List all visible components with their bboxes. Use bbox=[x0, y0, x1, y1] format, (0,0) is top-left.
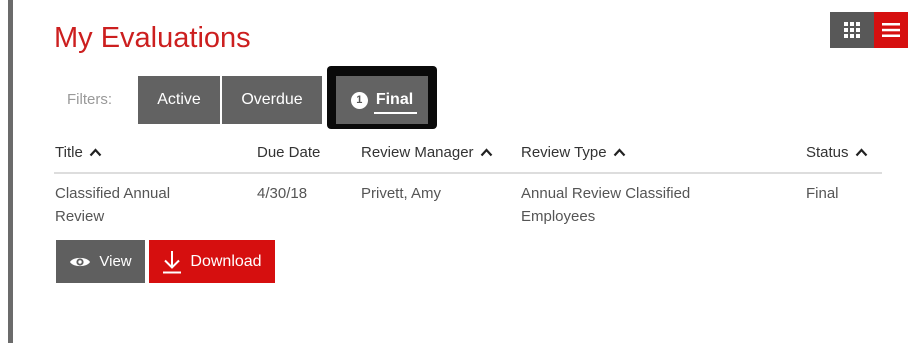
column-header-status-label: Status bbox=[806, 144, 849, 161]
column-header-due-date-label: Due Date bbox=[257, 144, 321, 161]
filter-tab-active[interactable]: Active bbox=[138, 76, 220, 124]
caret-up-icon bbox=[855, 148, 867, 157]
grid-menu-button[interactable] bbox=[830, 12, 874, 48]
evaluations-page: My Evaluations Filters: Active Overdue 1… bbox=[0, 0, 912, 343]
download-icon bbox=[163, 250, 182, 273]
filters-label: Filters: bbox=[67, 91, 112, 108]
cell-title: Classified Annual Review bbox=[55, 185, 171, 225]
filter-tab-overdue-label: Overdue bbox=[241, 91, 303, 108]
table-header-divider bbox=[54, 172, 882, 174]
column-header-review-type-label: Review Type bbox=[521, 144, 607, 161]
caret-up-icon bbox=[89, 148, 102, 157]
top-controls bbox=[830, 12, 908, 48]
left-border-bar bbox=[8, 0, 13, 343]
filter-tab-final-label: Final bbox=[373, 91, 418, 114]
cell-due-date: 4/30/18 bbox=[257, 185, 308, 202]
column-header-due-date: Due Date bbox=[257, 144, 320, 161]
download-button-label: Download bbox=[190, 252, 262, 270]
hamburger-icon bbox=[882, 23, 900, 37]
grid-icon bbox=[844, 22, 860, 38]
column-header-status[interactable]: Status bbox=[806, 144, 868, 161]
view-button-label: View bbox=[99, 253, 132, 270]
cell-review-manager: Privett, Amy bbox=[361, 185, 442, 202]
filter-tab-final[interactable]: 1 Final bbox=[336, 76, 428, 124]
filter-tab-overdue[interactable]: Overdue bbox=[222, 76, 322, 124]
cell-review-type: Annual Review Classified Employees bbox=[521, 185, 691, 225]
eye-icon bbox=[70, 257, 91, 266]
cell-status: Final bbox=[806, 185, 839, 202]
column-header-review-type[interactable]: Review Type bbox=[521, 144, 626, 161]
final-count-badge: 1 bbox=[350, 91, 368, 109]
column-header-review-manager-label: Review Manager bbox=[361, 144, 474, 161]
column-header-title[interactable]: Title bbox=[55, 144, 102, 161]
filter-tab-active-label: Active bbox=[157, 91, 201, 108]
hamburger-menu-button[interactable] bbox=[874, 12, 908, 48]
view-button[interactable]: View bbox=[56, 240, 145, 283]
column-header-review-manager[interactable]: Review Manager bbox=[361, 144, 493, 161]
download-button[interactable]: Download bbox=[149, 240, 275, 283]
caret-up-icon bbox=[613, 148, 625, 157]
page-title: My Evaluations bbox=[54, 22, 251, 54]
caret-up-icon bbox=[480, 148, 492, 157]
column-header-title-label: Title bbox=[55, 144, 83, 161]
